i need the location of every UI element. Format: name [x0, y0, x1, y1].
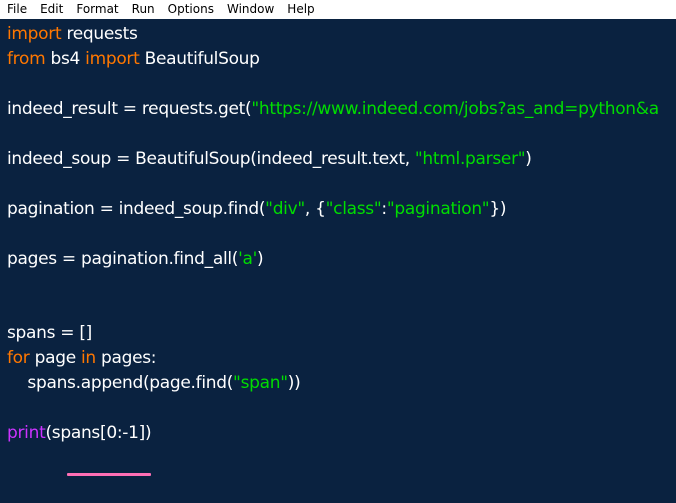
code-line-1: import requests: [7, 22, 138, 47]
code-line-17: print(spans[0:-1]): [7, 421, 152, 446]
code-text: )): [287, 373, 301, 393]
code-text: spans = []: [7, 323, 93, 343]
code-line-14: for page in pages:: [7, 346, 157, 371]
code-text: pages = pagination.find_all(: [7, 249, 239, 269]
string-literal: "span": [233, 373, 288, 393]
code-line-8: pagination = indeed_soup.find("div", {"c…: [7, 197, 507, 222]
code-text: indeed_soup = BeautifulSoup(indeed_resul…: [7, 149, 415, 169]
code-text: bs4: [45, 49, 86, 69]
annotation-underline: [67, 473, 151, 476]
menu-options[interactable]: Options: [168, 0, 214, 19]
menu-file[interactable]: File: [7, 0, 27, 19]
code-text: ): [257, 249, 264, 269]
code-text: page: [29, 348, 81, 368]
code-text: ): [525, 149, 532, 169]
menu-help[interactable]: Help: [287, 0, 314, 19]
string-literal: "class": [325, 199, 382, 219]
keyword-in: in: [80, 348, 96, 368]
code-text: , {: [304, 199, 326, 219]
menu-run[interactable]: Run: [132, 0, 155, 19]
code-text: (spans[0:-1]): [45, 423, 152, 443]
keyword-from: from: [7, 49, 46, 69]
keyword-for: for: [7, 348, 30, 368]
code-text: requests: [61, 24, 138, 44]
code-text: indeed_result = requests.get(: [7, 99, 252, 119]
code-text: pagination = indeed_soup.find(: [7, 199, 266, 219]
builtin-print: print: [7, 423, 46, 443]
code-text: spans.append(page.find(: [7, 373, 234, 393]
menu-window[interactable]: Window: [227, 0, 274, 19]
string-literal: 'a': [238, 249, 257, 269]
string-literal: "div": [265, 199, 305, 219]
string-literal: "https://www.indeed.com/jobs?as_and=pyth…: [251, 99, 659, 119]
code-line-10: pages = pagination.find_all('a'): [7, 247, 264, 272]
code-line-2: from bs4 import BeautifulSoup: [7, 47, 260, 72]
menu-format[interactable]: Format: [76, 0, 118, 19]
code-line-4: indeed_result = requests.get("https://ww…: [7, 97, 659, 122]
string-literal: "html.parser": [414, 149, 526, 169]
code-text: pages:: [95, 348, 157, 368]
code-text: BeautifulSoup: [139, 49, 260, 69]
code-line-6: indeed_soup = BeautifulSoup(indeed_resul…: [7, 147, 532, 172]
code-line-13: spans = []: [7, 321, 92, 346]
string-literal: "pagination": [386, 199, 490, 219]
menu-edit[interactable]: Edit: [40, 0, 63, 19]
code-line-15: spans.append(page.find("span")): [7, 371, 300, 396]
keyword-import: import: [7, 24, 62, 44]
menu-bar: File Edit Format Run Options Window Help: [0, 0, 676, 19]
code-text: }): [489, 199, 507, 219]
code-editor[interactable]: import requests from bs4 import Beautifu…: [0, 19, 676, 503]
keyword-import: import: [85, 49, 140, 69]
